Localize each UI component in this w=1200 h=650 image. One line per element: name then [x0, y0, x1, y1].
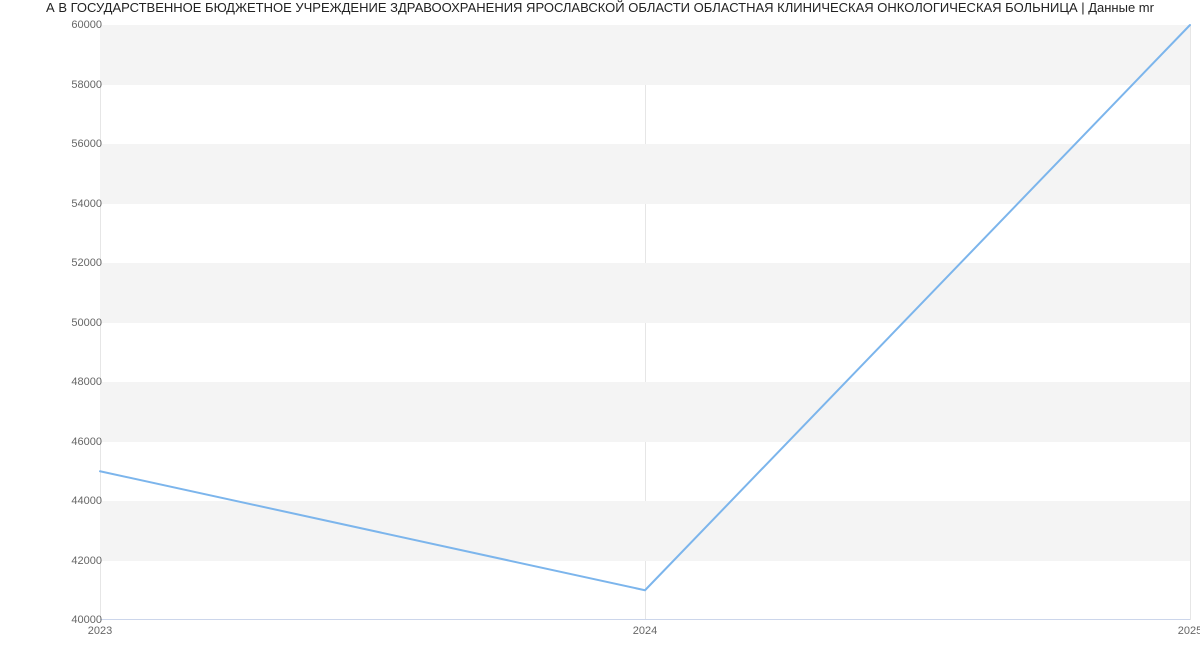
x-tick-label: 2024	[633, 625, 657, 637]
y-tick-label: 46000	[42, 436, 102, 448]
y-tick-label: 44000	[42, 495, 102, 507]
y-tick-label: 50000	[42, 317, 102, 329]
line-series	[100, 25, 1190, 620]
grid-line-vertical	[1190, 25, 1191, 620]
y-tick-label: 58000	[42, 79, 102, 91]
y-tick-label: 60000	[42, 19, 102, 31]
y-tick-label: 52000	[42, 257, 102, 269]
x-tick-label: 2025	[1178, 625, 1200, 637]
x-tick-label: 2023	[88, 625, 112, 637]
plot-area	[100, 25, 1190, 620]
y-tick-label: 48000	[42, 376, 102, 388]
x-axis-line	[100, 619, 1190, 620]
y-tick-label: 42000	[42, 555, 102, 567]
y-tick-label: 56000	[42, 138, 102, 150]
chart-title: А В ГОСУДАРСТВЕННОЕ БЮДЖЕТНОЕ УЧРЕЖДЕНИЕ…	[0, 0, 1200, 20]
y-tick-label: 54000	[42, 198, 102, 210]
chart-container: А В ГОСУДАРСТВЕННОЕ БЮДЖЕТНОЕ УЧРЕЖДЕНИЕ…	[0, 0, 1200, 650]
